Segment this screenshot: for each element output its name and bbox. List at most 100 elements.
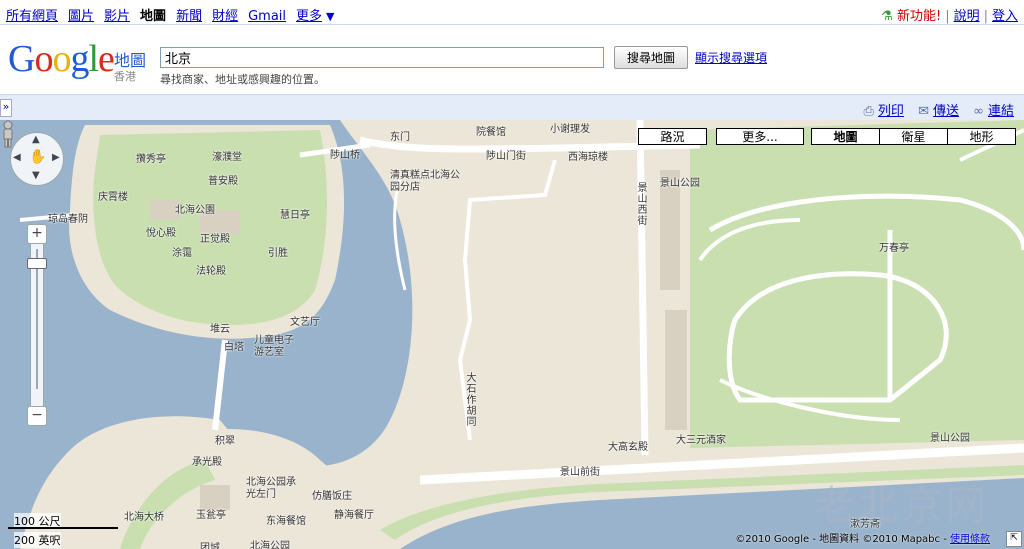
search-maps-button[interactable]: 搜尋地圖 [614,46,688,69]
map-label[interactable]: 东海餐馆 [266,512,306,527]
watermark: 老北京网 [814,483,990,529]
zoom-slider-track[interactable] [30,224,44,416]
pan-control[interactable]: ▲ ◀ ▶ ▼ ✋ [10,132,64,186]
top-nav-right: ⚗ 新功能! | 說明 | 登入 [881,9,1018,24]
search-input[interactable] [160,47,604,68]
nav-link-more[interactable]: 更多 [296,9,322,24]
map-label[interactable]: 琼岛春阴 [48,210,88,225]
sign-in-link[interactable]: 登入 [992,9,1018,24]
map-label[interactable]: 儿童电子游艺室 [254,335,302,359]
pan-down-icon[interactable]: ▼ [32,170,40,181]
map-label[interactable]: 庆霄楼 [98,188,128,203]
link-link[interactable]: 連結 [988,104,1014,119]
map-label: 景山西街 [635,182,646,226]
map-label[interactable]: 静海餐厅 [334,506,374,521]
map-label[interactable]: 北海公園 [175,201,215,216]
map-label[interactable]: 清真糕点北海公园分店 [390,170,460,194]
map-label[interactable]: 慧日亭 [280,206,310,221]
map-label[interactable]: 仿膳饭庄 [312,487,352,502]
envelope-icon: ✉ [918,104,929,119]
copyright-label: ©2010 Google - 地圖資料 ©2010 Mapabc - [735,534,950,545]
nav-link-maps: 地圖 [140,9,167,24]
new-features-link[interactable]: 新功能! [897,9,941,24]
map-type-map-button[interactable]: 地圖 [811,128,880,145]
map-label[interactable]: 堆云 [210,320,230,335]
map-toolbar: » ⎙ 列印 ✉ 傳送 ∞ 連結 [0,94,1024,121]
scale-imperial: 200 英呎 [14,532,61,548]
send-action[interactable]: ✉ 傳送 [918,104,959,119]
map-label[interactable]: 白塔 [224,338,244,353]
scale-bar [8,527,118,529]
copyright-text: ©2010 Google - 地圖資料 ©2010 Mapabc - 使用條款 [735,530,990,545]
map-label[interactable]: 院餐馆 [476,123,506,138]
header: Google 地圖 香港 尋找商家、地址或感興趣的位置。 搜尋地圖 顯示搜尋選項 [0,25,1024,93]
more-dropdown-icon[interactable]: ▼ [326,10,334,23]
flask-icon: ⚗ [881,9,893,24]
zoom-in-button[interactable]: + [27,224,47,244]
map-label: 景山前街 [560,467,600,478]
map-label[interactable]: 悅心殿 [146,224,176,239]
chain-link-icon: ∞ [973,104,984,119]
map-label[interactable]: 濠濮堂 [212,148,242,163]
map-label[interactable]: 北海公园 [250,537,290,549]
map-label[interactable]: 引胜 [268,244,288,259]
overview-map-toggle-icon[interactable]: ⇱ [1006,531,1022,547]
map-label[interactable]: 西海琼楼 [568,148,608,163]
nav-link-videos[interactable]: 影片 [104,9,130,24]
map-label[interactable]: 团城 [200,539,220,549]
zoom-slider-thumb[interactable] [27,258,47,269]
map-label[interactable]: 法轮殿 [196,262,226,277]
map-label[interactable]: 普安殿 [208,172,238,187]
map-label[interactable]: 玉瓮亭 [196,506,226,521]
map-label[interactable]: 陟山桥 [330,146,360,161]
toggle-panel-button[interactable]: » [0,99,12,117]
help-link[interactable]: 說明 [954,9,980,24]
map-label[interactable]: 文艺厅 [290,313,320,328]
map-label[interactable]: 景山公园 [660,174,700,189]
print-link[interactable]: 列印 [878,104,904,119]
hand-icon: ✋ [29,149,47,165]
map-label[interactable]: 承光殿 [192,453,222,468]
map-label[interactable]: 陟山门街 [486,147,526,162]
map-label[interactable]: 涂霭 [172,244,192,259]
map-label[interactable]: 东门 [390,128,410,143]
pegman-icon[interactable] [0,120,16,148]
map-label[interactable]: 大三元酒家 [676,431,726,446]
more-layers-button[interactable]: 更多... [716,128,804,145]
map-label[interactable]: 小谢理发 [550,120,590,135]
print-action[interactable]: ⎙ 列印 [864,104,904,119]
search-options-link[interactable]: 顯示搜尋選項 [695,49,767,66]
map-canvas[interactable]: 攢秀亭 濠濮堂 普安殿 庆霄楼 北海公園 悅心殿 正觉殿 慧日亭 琼岛春阴 涂霭… [0,120,1024,549]
pan-right-icon[interactable]: ▶ [52,152,60,163]
toolbar-links: ⎙ 列印 ✉ 傳送 ∞ 連結 [854,100,1014,119]
pan-left-icon[interactable]: ◀ [13,152,21,163]
traffic-button[interactable]: 路況 [638,128,707,145]
map-label: 北海大桥 [124,512,164,523]
search-hint: 尋找商家、地址或感興趣的位置。 [160,73,325,86]
map-type-terrain-button[interactable]: 地形 [947,128,1016,145]
map-label: 大石作胡同 [464,372,475,427]
map-label[interactable]: 正觉殿 [200,230,230,245]
zoom-out-button[interactable]: − [27,406,47,426]
map-type-satellite-button[interactable]: 衛星 [879,128,948,145]
map-label[interactable]: 北海公园承光左门 [246,477,296,501]
top-nav-links: 所有網頁 圖片 影片 地圖 新聞 財經 Gmail 更多 ▼ [6,5,345,24]
top-navigation: 所有網頁 圖片 影片 地圖 新聞 財經 Gmail 更多 ▼ ⚗ 新功能! | 說明 | 登入 [0,0,1024,25]
terms-of-use-link[interactable]: 使用條款 [950,534,990,545]
map-label[interactable]: 景山公园 [930,429,970,444]
send-link[interactable]: 傳送 [933,104,959,119]
map-label[interactable]: 积翠 [215,432,235,447]
nav-link-finance[interactable]: 財經 [212,9,238,24]
map-label[interactable]: 大高玄殿 [608,438,648,453]
nav-link-gmail[interactable]: Gmail [248,9,286,24]
link-action[interactable]: ∞ 連結 [973,104,1014,119]
map-label[interactable]: 攢秀亭 [136,150,166,165]
nav-link-images[interactable]: 圖片 [68,9,94,24]
region-label: 香港 [114,70,136,83]
map-label[interactable]: 万春亭 [879,239,909,254]
google-logo[interactable]: Google [8,39,115,79]
nav-link-web[interactable]: 所有網頁 [6,9,58,24]
printer-icon: ⎙ [863,104,874,119]
pan-up-icon[interactable]: ▲ [32,134,40,145]
nav-link-news[interactable]: 新聞 [176,9,202,24]
